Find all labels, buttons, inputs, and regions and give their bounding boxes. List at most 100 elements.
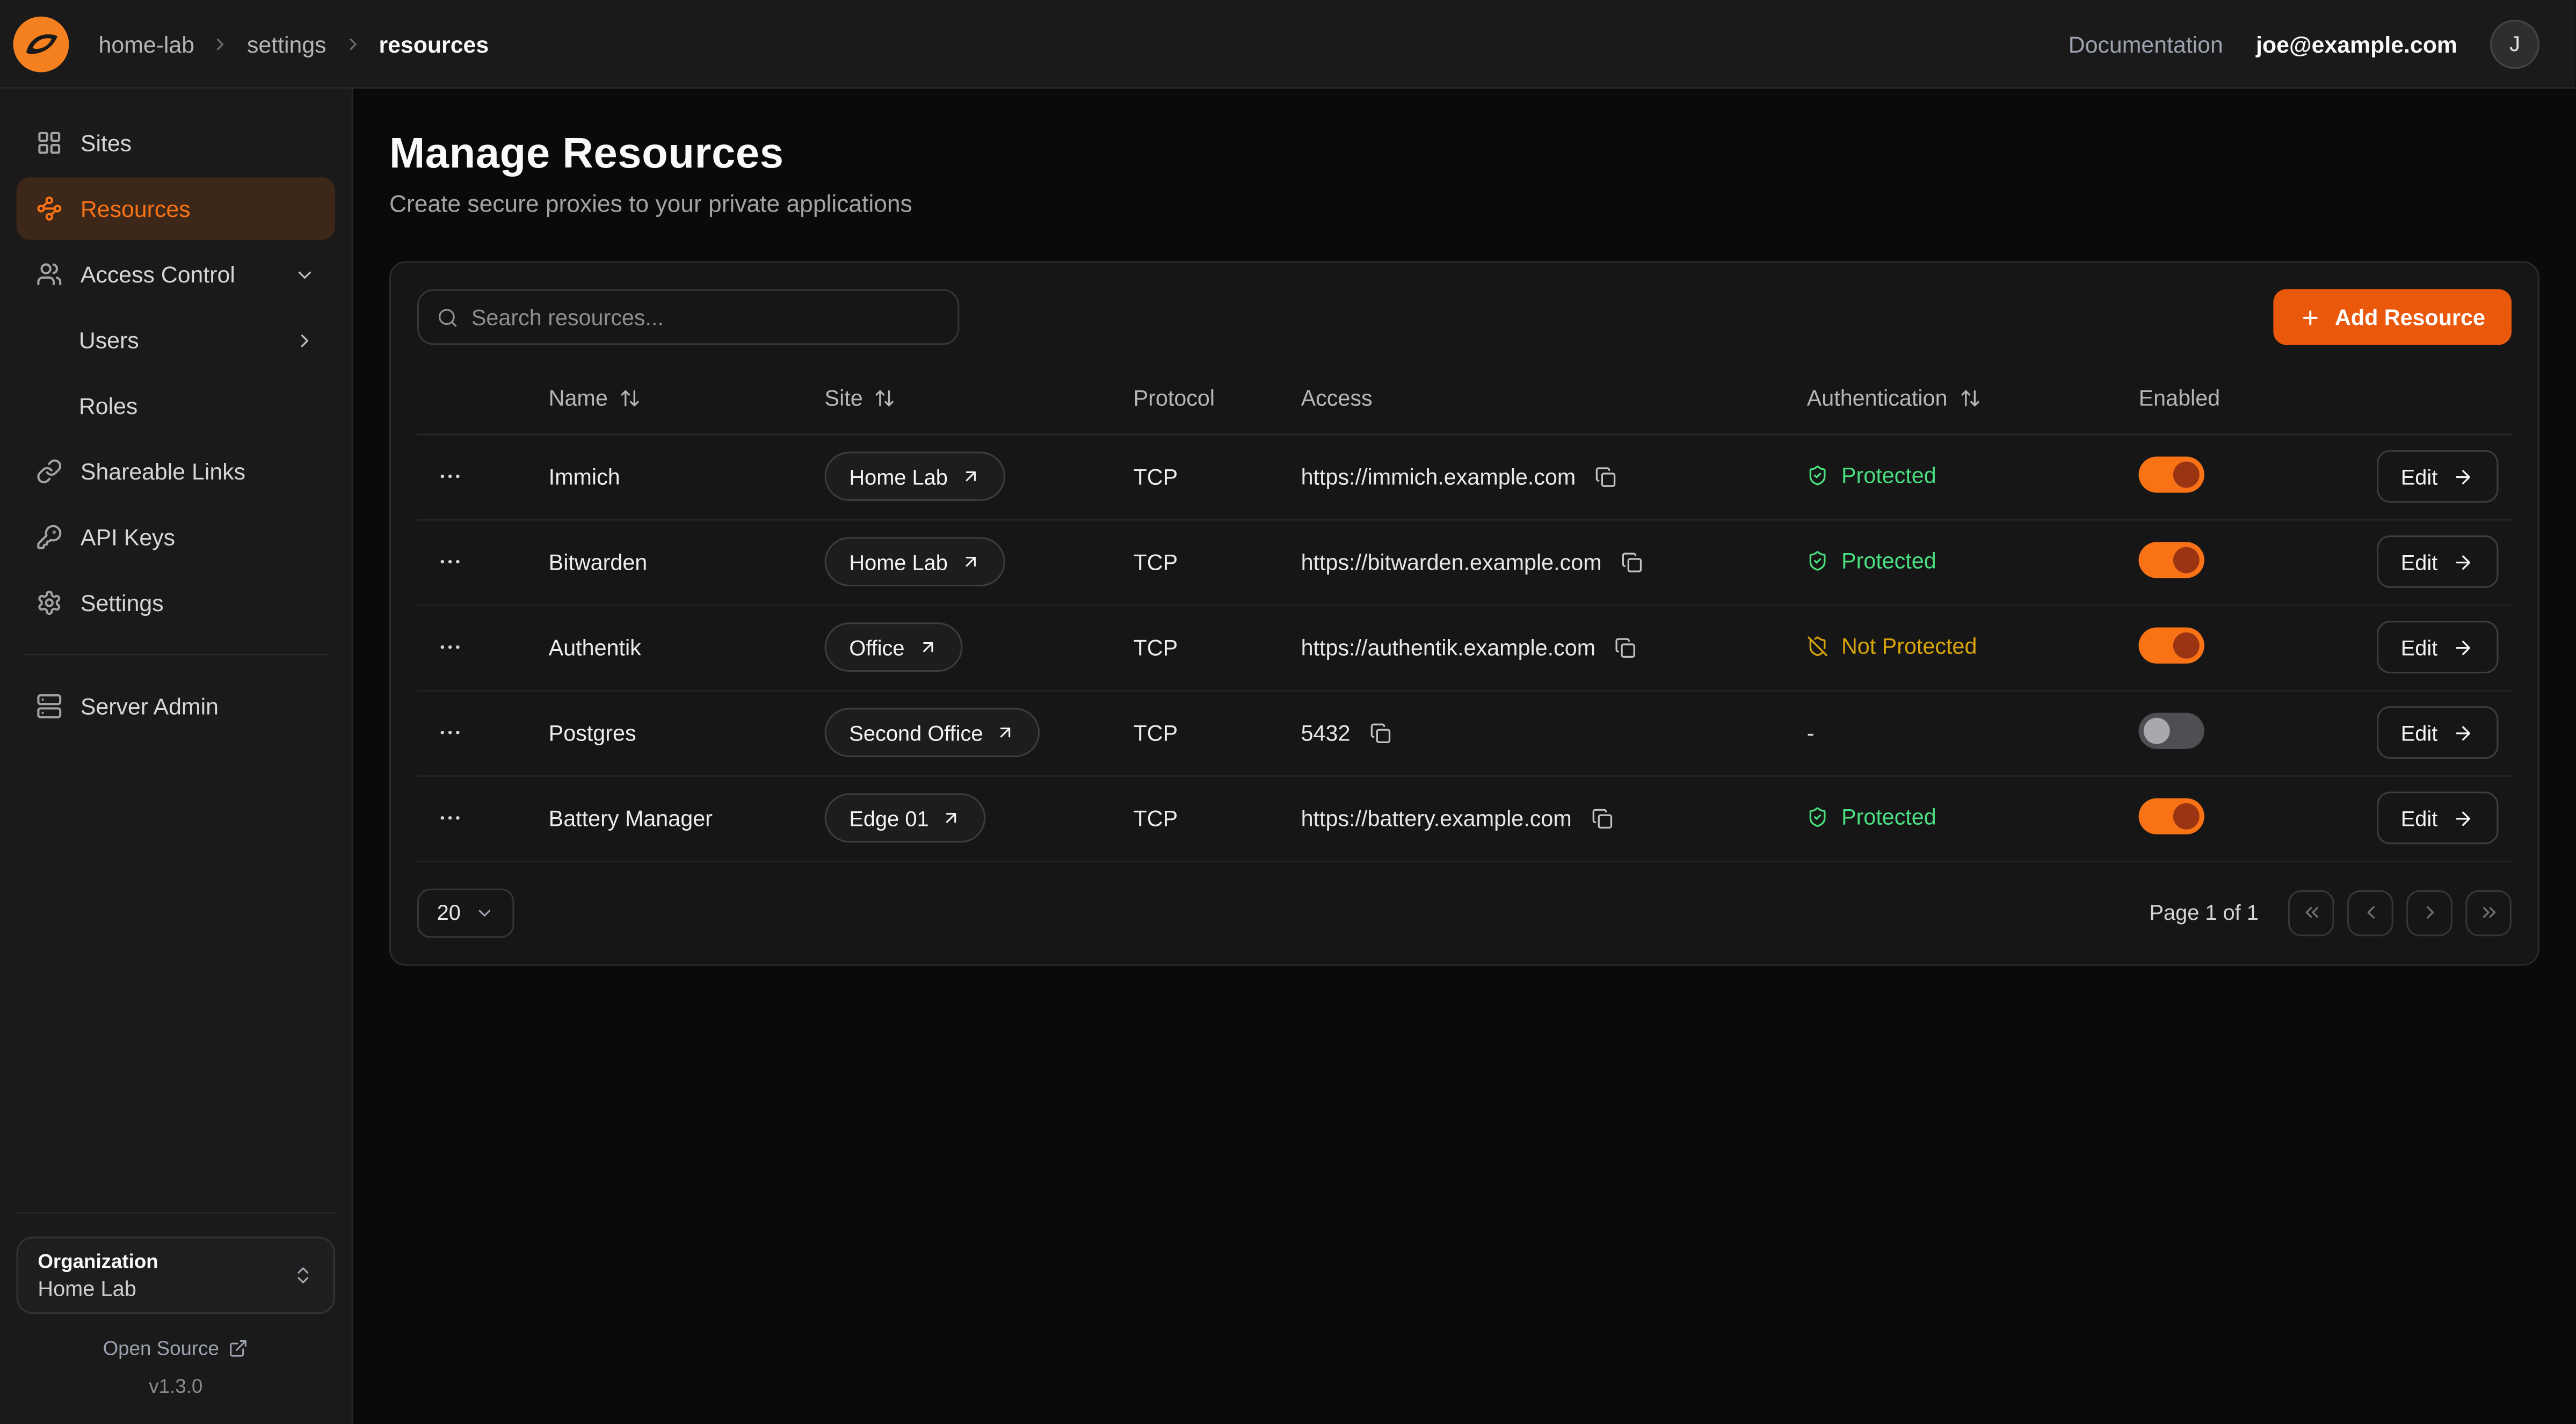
user-email: joe@example.com [2256, 31, 2457, 57]
auth-status: Protected [1807, 462, 1936, 487]
first-page-button[interactable] [2288, 889, 2334, 935]
server-icon [36, 693, 62, 720]
column-header-site[interactable]: Site [825, 387, 896, 411]
copy-icon [1370, 722, 1391, 743]
add-resource-button[interactable]: Add Resource [2274, 289, 2512, 345]
sidebar-item-resources[interactable]: Resources [17, 177, 335, 239]
sidebar-item-access-control[interactable]: Access Control [17, 243, 335, 306]
sidebar-item-sites[interactable]: Sites [17, 112, 335, 174]
site-link-button[interactable]: Home Lab [825, 452, 1005, 501]
chevron-right-icon [2419, 902, 2440, 923]
enabled-toggle[interactable] [2139, 797, 2204, 833]
protocol-value: TCP [1134, 549, 1178, 574]
protocol-value: TCP [1134, 635, 1178, 659]
chevron-left-icon [2360, 902, 2381, 923]
page-size-select[interactable]: 20 [417, 888, 515, 937]
column-header-actions [2349, 365, 2512, 433]
edit-button[interactable]: Edit [2376, 450, 2499, 503]
copy-button[interactable] [1618, 548, 1646, 576]
organization-selector[interactable]: Organization Home Lab [17, 1237, 335, 1314]
row-menu-button[interactable] [430, 627, 469, 666]
copy-button[interactable] [1612, 633, 1640, 661]
gear-icon [36, 590, 62, 616]
sidebar-item-users[interactable]: Users [17, 309, 335, 371]
auth-status: Not Protected [1807, 633, 1977, 658]
table-row: Postgres Second Office TCP 5432 - [417, 690, 2512, 775]
sidebar-item-settings[interactable]: Settings [17, 571, 335, 634]
copy-button[interactable] [1592, 462, 1620, 490]
site-name: Home Lab [849, 549, 947, 574]
edit-button[interactable]: Edit [2376, 791, 2499, 844]
arrow-up-right-icon [918, 637, 938, 657]
column-header-name[interactable]: Name [549, 387, 641, 411]
toggle-knob [2173, 461, 2200, 487]
chevrons-right-icon [2478, 902, 2499, 923]
breadcrumb-org[interactable]: home-lab [99, 31, 195, 57]
row-menu-button[interactable] [430, 798, 469, 838]
site-link-button[interactable]: Home Lab [825, 537, 1005, 586]
resources-table: Name Site Protocol Access [417, 365, 2512, 861]
row-menu-button[interactable] [430, 713, 469, 752]
ellipsis-icon [437, 720, 463, 746]
organization-value: Home Lab [38, 1276, 158, 1301]
last-page-button[interactable] [2465, 889, 2512, 935]
edit-button[interactable]: Edit [2376, 535, 2499, 588]
access-value: https://immich.example.com [1301, 464, 1576, 489]
protocol-value: TCP [1134, 805, 1178, 830]
enabled-toggle[interactable] [2139, 456, 2204, 492]
enabled-toggle[interactable] [2139, 712, 2204, 748]
edit-button-label: Edit [2401, 720, 2438, 745]
organization-label: Organization [38, 1250, 158, 1273]
chevron-down-icon [294, 264, 316, 285]
documentation-link[interactable]: Documentation [2069, 31, 2223, 57]
sidebar: Sites Resources Access Control Users [0, 89, 353, 1424]
row-menu-button[interactable] [430, 542, 469, 581]
search-input[interactable] [471, 304, 940, 329]
resources-card: Add Resource Name [389, 261, 2539, 965]
version-label: v1.3.0 [17, 1375, 335, 1398]
enabled-toggle[interactable] [2139, 541, 2204, 577]
auth-status: Protected [1807, 548, 1936, 572]
sidebar-item-shareable-links[interactable]: Shareable Links [17, 440, 335, 503]
copy-icon [1615, 636, 1637, 658]
sidebar-item-server-admin[interactable]: Server Admin [17, 675, 335, 737]
edit-button[interactable]: Edit [2376, 706, 2499, 759]
row-menu-button[interactable] [430, 456, 469, 496]
edit-button-label: Edit [2401, 464, 2438, 489]
app-logo[interactable] [13, 16, 69, 71]
shield-check-icon [1807, 805, 1828, 827]
sidebar-item-api-keys[interactable]: API Keys [17, 506, 335, 568]
avatar[interactable]: J [2490, 19, 2539, 68]
edit-button[interactable]: Edit [2376, 621, 2499, 673]
breadcrumb-resources[interactable]: resources [379, 31, 489, 57]
previous-page-button[interactable] [2347, 889, 2393, 935]
arrow-right-icon [2452, 807, 2474, 829]
column-header-authentication[interactable]: Authentication [1807, 387, 1980, 411]
page-info: Page 1 of 1 [2149, 900, 2258, 925]
page-title: Manage Resources [389, 128, 2539, 179]
breadcrumb-settings[interactable]: settings [247, 31, 326, 57]
next-page-button[interactable] [2406, 889, 2452, 935]
enabled-toggle[interactable] [2139, 627, 2204, 663]
sort-icon [619, 388, 641, 410]
breadcrumb: home-lab settings resources [99, 31, 489, 57]
table-row: Authentik Office TCP https://authentik.e… [417, 605, 2512, 690]
sidebar-item-label: Access Control [81, 261, 235, 287]
site-link-button[interactable]: Edge 01 [825, 793, 986, 842]
toggle-knob [2173, 546, 2200, 572]
shield-check-icon [1807, 549, 1828, 571]
layout-grid-icon [36, 130, 62, 156]
chevron-right-icon [211, 34, 231, 54]
auth-status-label: Not Protected [1841, 633, 1977, 658]
edit-button-label: Edit [2401, 805, 2438, 830]
site-link-button[interactable]: Second Office [825, 708, 1041, 757]
site-name: Second Office [849, 720, 983, 745]
copy-button[interactable] [1588, 804, 1616, 832]
sidebar-item-roles[interactable]: Roles [17, 374, 335, 437]
toggle-knob [2173, 802, 2200, 829]
resource-name: Battery Manager [549, 805, 713, 830]
auth-status: Protected [1807, 804, 1936, 829]
site-link-button[interactable]: Office [825, 622, 962, 672]
copy-button[interactable] [1367, 718, 1395, 746]
open-source-link[interactable]: Open Source [17, 1337, 335, 1360]
